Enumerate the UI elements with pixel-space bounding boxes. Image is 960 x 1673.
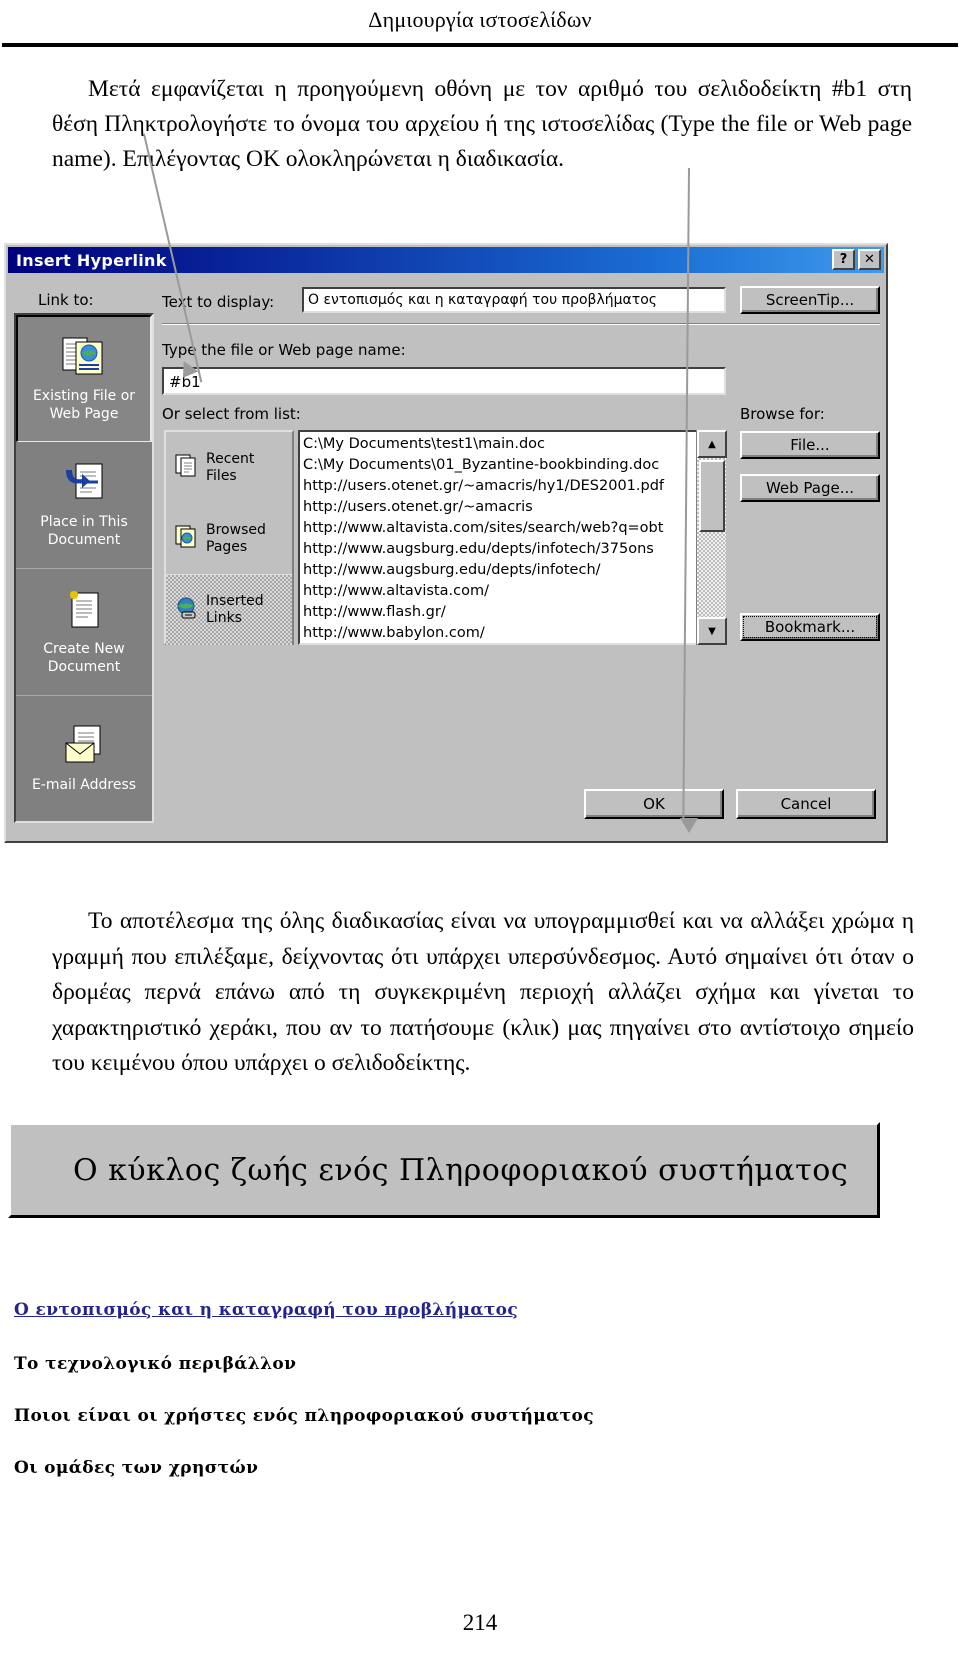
link-to-item-existing-file-or-web-page[interactable]: Existing File or Web Page — [16, 315, 152, 442]
close-icon[interactable]: ✕ — [858, 249, 881, 270]
source-label-line2: Links — [206, 610, 242, 626]
scroll-down-icon[interactable]: ▼ — [697, 617, 727, 645]
cancel-button[interactable]: Cancel — [736, 789, 876, 819]
dialog-titlebar: Insert Hyperlink ? ✕ — [8, 247, 884, 273]
or-select-from-list-label: Or select from list: — [162, 405, 301, 423]
list-item[interactable]: C:\My Documents\test1\main.doc — [303, 434, 724, 455]
insert-hyperlink-dialog: Insert Hyperlink ? ✕ Link to: Existing F… — [4, 243, 888, 843]
web-preview-hyperlink[interactable]: Ο εντοπισμός και η καταγραφή του προβλήμ… — [14, 1300, 518, 1320]
web-preview-heading-2: Το τεχνολογικό περιβάλλον — [14, 1354, 297, 1374]
header-divider-rule — [2, 43, 958, 47]
source-item-label: Browsed Pages — [206, 522, 266, 556]
type-file-or-web-page-name-label: Type the file or Web page name: — [162, 341, 406, 359]
link-target-listbox[interactable]: C:\My Documents\test1\main.doc C:\My Doc… — [298, 430, 726, 645]
type-file-or-web-page-name-input[interactable]: #b1 — [162, 367, 726, 395]
list-item[interactable]: http://www.augsburg.edu/depts/infotech/3… — [303, 539, 724, 560]
page-number: 214 — [462, 1610, 498, 1635]
existing-file-web-page-icon — [62, 336, 106, 381]
link-to-item-email-address[interactable]: E-mail Address — [16, 696, 152, 823]
page-header: Δημιουργία ιστοσελίδων — [0, 0, 960, 46]
form-separator-rule — [162, 323, 880, 325]
source-label-line2: Files — [206, 467, 237, 484]
link-to-label-line1: E-mail Address — [31, 777, 137, 793]
link-target-list: C:\My Documents\test1\main.doc C:\My Doc… — [300, 432, 724, 643]
link-to-label-line1: Create New — [43, 640, 125, 657]
list-item[interactable]: http://www.altavista.com/ — [303, 581, 724, 602]
list-item[interactable]: http://users.otenet.gr/~amacris — [303, 497, 724, 518]
browse-for-label: Browse for: — [740, 405, 825, 423]
list-item[interactable]: C:\My Documents\01_Byzantine-bookbinding… — [303, 455, 724, 476]
list-item[interactable]: http://www.flash.gr/ — [303, 602, 724, 623]
list-item[interactable]: http://users.otenet.gr/~amacris/hy1/DES2… — [303, 476, 724, 497]
link-to-label: Link to: — [38, 291, 94, 309]
ok-button[interactable]: OK — [584, 789, 724, 819]
bookmark-button[interactable]: Bookmark... — [740, 613, 880, 641]
link-to-label-line1: Existing File or — [32, 387, 136, 404]
email-address-icon — [62, 725, 106, 770]
web-preview-heading-4: Οι ομάδες των χρηστών — [14, 1458, 259, 1478]
scrollbar-thumb[interactable] — [699, 460, 725, 532]
screentip-button[interactable]: ScreenTip... — [740, 286, 880, 314]
create-new-document-icon — [62, 589, 106, 634]
link-to-panel: Existing File or Web Page Place in This … — [14, 313, 154, 823]
source-item-browsed-pages[interactable]: Browsed Pages — [166, 503, 292, 574]
link-to-item-place-in-this-document[interactable]: Place in This Document — [16, 442, 152, 569]
source-item-recent-files[interactable]: Recent Files — [166, 432, 292, 503]
link-to-item-create-new-document[interactable]: Create New Document — [16, 569, 152, 696]
place-in-document-icon — [62, 462, 106, 507]
list-item[interactable]: http://www.babylon.com/ — [303, 623, 724, 643]
list-item[interactable]: http://www.altavista.com/sites/search/we… — [303, 518, 724, 539]
link-to-label-line1: Place in This — [40, 513, 128, 530]
body-paragraph: Το αποτέλεσμα της όλης διαδικασίας είναι… — [52, 908, 914, 1076]
web-preview-heading-3: Ποιοι είναι οι χρήστες ενός πληροφοριακο… — [14, 1406, 594, 1426]
browse-file-button[interactable]: File... — [740, 431, 880, 459]
source-selector-panel: Recent Files Browsed Pages Inserted Link… — [164, 430, 294, 645]
source-item-inserted-links[interactable]: Inserted Links — [166, 574, 292, 645]
browse-web-page-button[interactable]: Web Page... — [740, 474, 880, 502]
bookmark-button-label: Bookmark... — [743, 616, 877, 638]
listbox-vertical-scrollbar[interactable]: ▲ ▼ — [696, 430, 727, 645]
link-to-label-line2: Document — [47, 658, 121, 675]
page-header-title: Δημιουργία ιστοσελίδων — [368, 7, 592, 32]
list-item[interactable]: http://www.augsburg.edu/depts/infotech/ — [303, 560, 724, 581]
source-item-label: Inserted Links — [206, 593, 264, 627]
text-to-display-label: Text to display: — [162, 293, 275, 311]
intro-paragraph: Μετά εμφανίζεται η προηγούμενη οθόνη με … — [52, 76, 912, 172]
source-label-line1: Inserted — [206, 593, 264, 609]
dialog-title: Insert Hyperlink — [16, 250, 167, 270]
link-to-label-line2: Document — [47, 531, 121, 548]
help-icon[interactable]: ? — [832, 249, 855, 270]
source-item-label: Recent Files — [206, 451, 254, 485]
link-to-label-line2: Web Page — [49, 405, 119, 422]
source-label-line2: Pages — [206, 538, 248, 555]
inserted-links-icon — [174, 595, 200, 626]
scroll-up-icon[interactable]: ▲ — [697, 430, 727, 458]
web-page-preview: Ο κύκλος ζωής ενός Πληροφοριακού συστήμα… — [8, 1122, 952, 1592]
web-preview-banner: Ο κύκλος ζωής ενός Πληροφοριακού συστήμα… — [8, 1122, 880, 1218]
source-label-line1: Browsed — [206, 521, 266, 538]
recent-files-icon — [174, 452, 200, 483]
web-preview-banner-title: Ο κύκλος ζωής ενός Πληροφοριακού συστήμα… — [73, 1152, 849, 1188]
browsed-pages-icon — [174, 523, 200, 554]
titlebar-button-group: ? ✕ — [832, 249, 881, 270]
source-label-line1: Recent — [206, 450, 255, 467]
text-to-display-input[interactable]: Ο εντοπισμός και η καταγραφή του προβλήμ… — [302, 287, 726, 313]
